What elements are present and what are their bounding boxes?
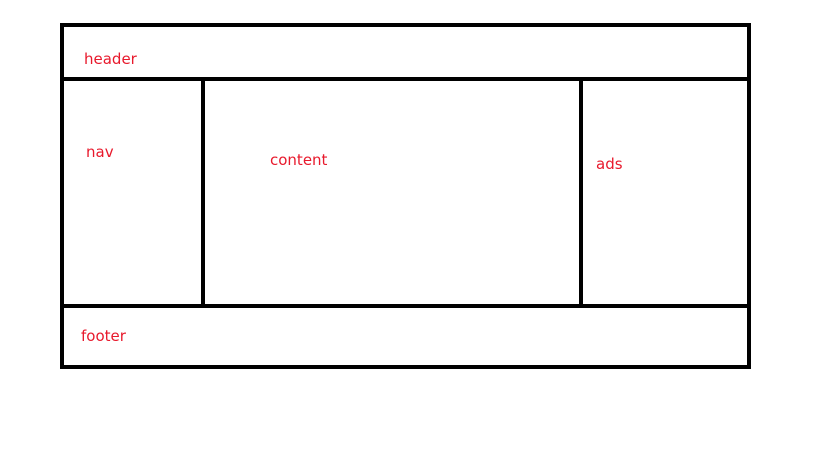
- nav-label: nav: [86, 143, 114, 161]
- footer-label: footer: [81, 327, 126, 345]
- content-label: content: [270, 151, 328, 169]
- header-divider: [64, 77, 747, 81]
- footer-divider: [64, 304, 747, 308]
- ads-divider: [579, 79, 583, 306]
- layout-diagram: header nav content ads footer: [0, 0, 819, 460]
- header-label: header: [84, 50, 137, 68]
- page-frame: [60, 23, 751, 369]
- ads-label: ads: [596, 155, 623, 173]
- nav-divider: [201, 79, 205, 306]
